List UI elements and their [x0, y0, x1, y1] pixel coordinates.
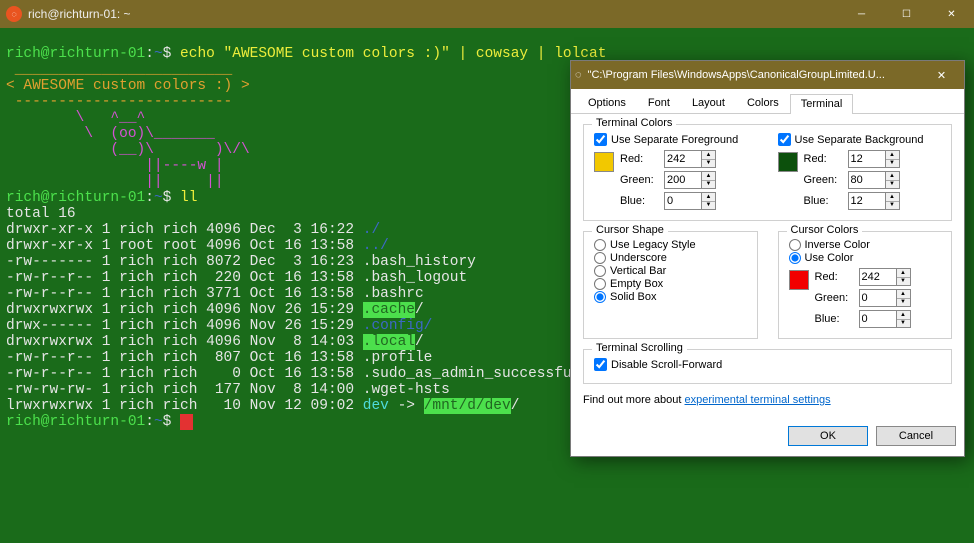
radio-shape-4[interactable]: Solid Box — [594, 291, 747, 303]
cur-blue-spinner[interactable]: ▲▼ — [859, 310, 911, 328]
maximize-button[interactable]: ☐ — [884, 0, 929, 28]
command-2: ll — [180, 190, 197, 206]
dialog-title: "C:\Program Files\WindowsApps\CanonicalG… — [588, 69, 919, 81]
group-cursor-shape: Cursor Shape Use Legacy StyleUnderscoreV… — [583, 231, 758, 339]
fg-green-spinner[interactable]: ▲▼ — [664, 171, 716, 189]
radio-shape-2[interactable]: Vertical Bar — [594, 265, 747, 277]
cur-red-spinner[interactable]: ▲▼ — [859, 268, 911, 286]
chk-sep-fg[interactable]: Use Separate Foreground — [594, 133, 758, 146]
tab-colors[interactable]: Colors — [736, 93, 790, 113]
main-titlebar: ◌ rich@richturn-01: ~ ─ ☐ ✕ — [0, 0, 974, 28]
radio-shape-3[interactable]: Empty Box — [594, 278, 747, 290]
radio-inverse[interactable]: Inverse Color — [789, 239, 942, 251]
bg-red-spinner[interactable]: ▲▼ — [848, 150, 900, 168]
cursor-block — [180, 414, 193, 430]
group-cursor-colors: Cursor Colors Inverse Color Use Color Re… — [778, 231, 953, 339]
radio-use-color[interactable]: Use Color — [789, 252, 942, 264]
fg-red-spinner[interactable]: ▲▼ — [664, 150, 716, 168]
link-row: Find out more about experimental termina… — [583, 394, 952, 406]
ubuntu-icon: ◌ — [575, 69, 582, 81]
chk-disable-scroll[interactable]: Disable Scroll-Forward — [594, 358, 941, 371]
window-title: rich@richturn-01: ~ — [28, 7, 839, 21]
tab-strip: Options Font Layout Colors Terminal — [571, 89, 964, 114]
experimental-link[interactable]: experimental terminal settings — [685, 394, 831, 406]
dialog-titlebar: ◌ "C:\Program Files\WindowsApps\Canonica… — [571, 61, 964, 89]
prompt-path: ~ — [154, 46, 163, 62]
radio-shape-1[interactable]: Underscore — [594, 252, 747, 264]
cur-green-spinner[interactable]: ▲▼ — [859, 289, 911, 307]
cancel-button[interactable]: Cancel — [876, 426, 956, 446]
group-terminal-colors: Terminal Colors Use Separate Foreground … — [583, 124, 952, 221]
properties-dialog: ◌ "C:\Program Files\WindowsApps\Canonica… — [570, 60, 965, 457]
fg-swatch — [594, 152, 614, 172]
tab-terminal[interactable]: Terminal — [790, 94, 854, 114]
bg-swatch — [778, 152, 798, 172]
minimize-button[interactable]: ─ — [839, 0, 884, 28]
chk-sep-bg[interactable]: Use Separate Background — [778, 133, 942, 146]
ok-button[interactable]: OK — [788, 426, 868, 446]
cursor-swatch — [789, 270, 809, 290]
ubuntu-icon: ◌ — [6, 6, 22, 22]
bg-green-spinner[interactable]: ▲▼ — [848, 171, 900, 189]
button-row: OK Cancel — [571, 416, 964, 456]
window-controls: ─ ☐ ✕ — [839, 0, 974, 28]
fg-blue-spinner[interactable]: ▲▼ — [664, 192, 716, 210]
tab-font[interactable]: Font — [637, 93, 681, 113]
tab-layout[interactable]: Layout — [681, 93, 736, 113]
close-button[interactable]: ✕ — [929, 0, 974, 28]
prompt-user: rich@richturn-01 — [6, 46, 145, 62]
bg-blue-spinner[interactable]: ▲▼ — [848, 192, 900, 210]
dialog-close-button[interactable]: ✕ — [919, 61, 964, 89]
tab-options[interactable]: Options — [577, 93, 637, 113]
radio-shape-0[interactable]: Use Legacy Style — [594, 239, 747, 251]
group-scrolling: Terminal Scrolling Disable Scroll-Forwar… — [583, 349, 952, 384]
command-1: echo "AWESOME custom colors :)" | cowsay… — [180, 46, 606, 62]
